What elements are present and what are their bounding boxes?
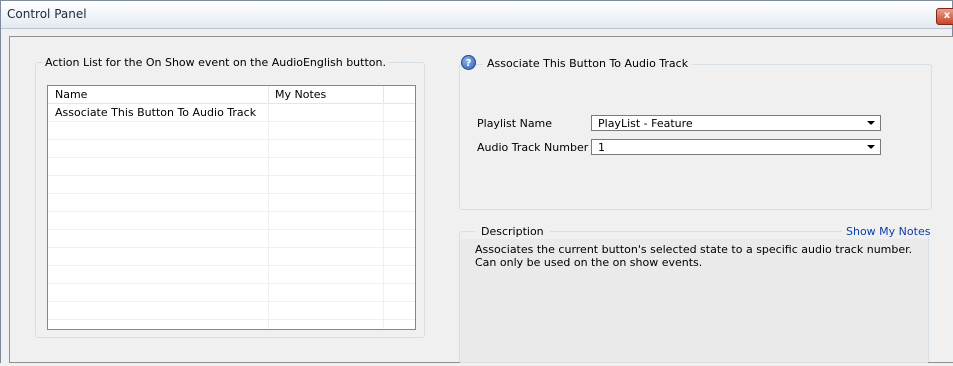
column-header-my-notes[interactable]: My Notes [275, 88, 326, 101]
row-name-cell: Associate This Button To Audio Track [55, 106, 257, 119]
action-list-view[interactable]: Name My Notes Associate This Button To A… [47, 85, 416, 330]
playlist-name-label: Playlist Name [477, 117, 553, 130]
table-row [48, 140, 415, 158]
playlist-name-value: PlayList - Feature [598, 117, 693, 130]
table-row [48, 230, 415, 248]
action-detail-group-title: Associate This Button To Audio Track [483, 57, 693, 70]
close-button[interactable]: x [936, 8, 953, 25]
playlist-name-dropdown[interactable]: PlayList - Feature [591, 115, 881, 131]
chevron-down-icon [867, 145, 875, 149]
table-row [48, 266, 415, 284]
column-divider[interactable] [268, 86, 269, 103]
action-list-group-title: Action List for the On Show event on the… [43, 56, 388, 69]
table-row [48, 122, 415, 140]
column-header-name[interactable]: Name [55, 88, 87, 101]
table-row [48, 248, 415, 266]
table-row [48, 212, 415, 230]
description-text: Associates the current button's selected… [475, 243, 913, 269]
show-my-notes-link[interactable]: Show My Notes [842, 225, 935, 238]
help-icon[interactable]: ? [461, 55, 476, 70]
audio-track-number-dropdown[interactable]: 1 [591, 139, 881, 155]
description-title: Description [475, 225, 550, 238]
close-icon: x [943, 10, 951, 21]
table-row [48, 302, 415, 320]
audio-track-number-value: 1 [598, 141, 605, 154]
table-row [48, 176, 415, 194]
window-title: Control Panel [7, 7, 87, 21]
list-header: Name My Notes [48, 86, 415, 104]
audio-track-number-label: Audio Track Number [477, 141, 589, 154]
chevron-down-icon [867, 121, 875, 125]
table-row [48, 194, 415, 212]
table-row[interactable]: Associate This Button To Audio Track [48, 104, 415, 122]
table-row [48, 284, 415, 302]
column-divider[interactable] [383, 86, 384, 103]
table-row [48, 158, 415, 176]
title-bar[interactable]: Control Panel x [1, 1, 953, 29]
action-detail-group [459, 64, 932, 210]
